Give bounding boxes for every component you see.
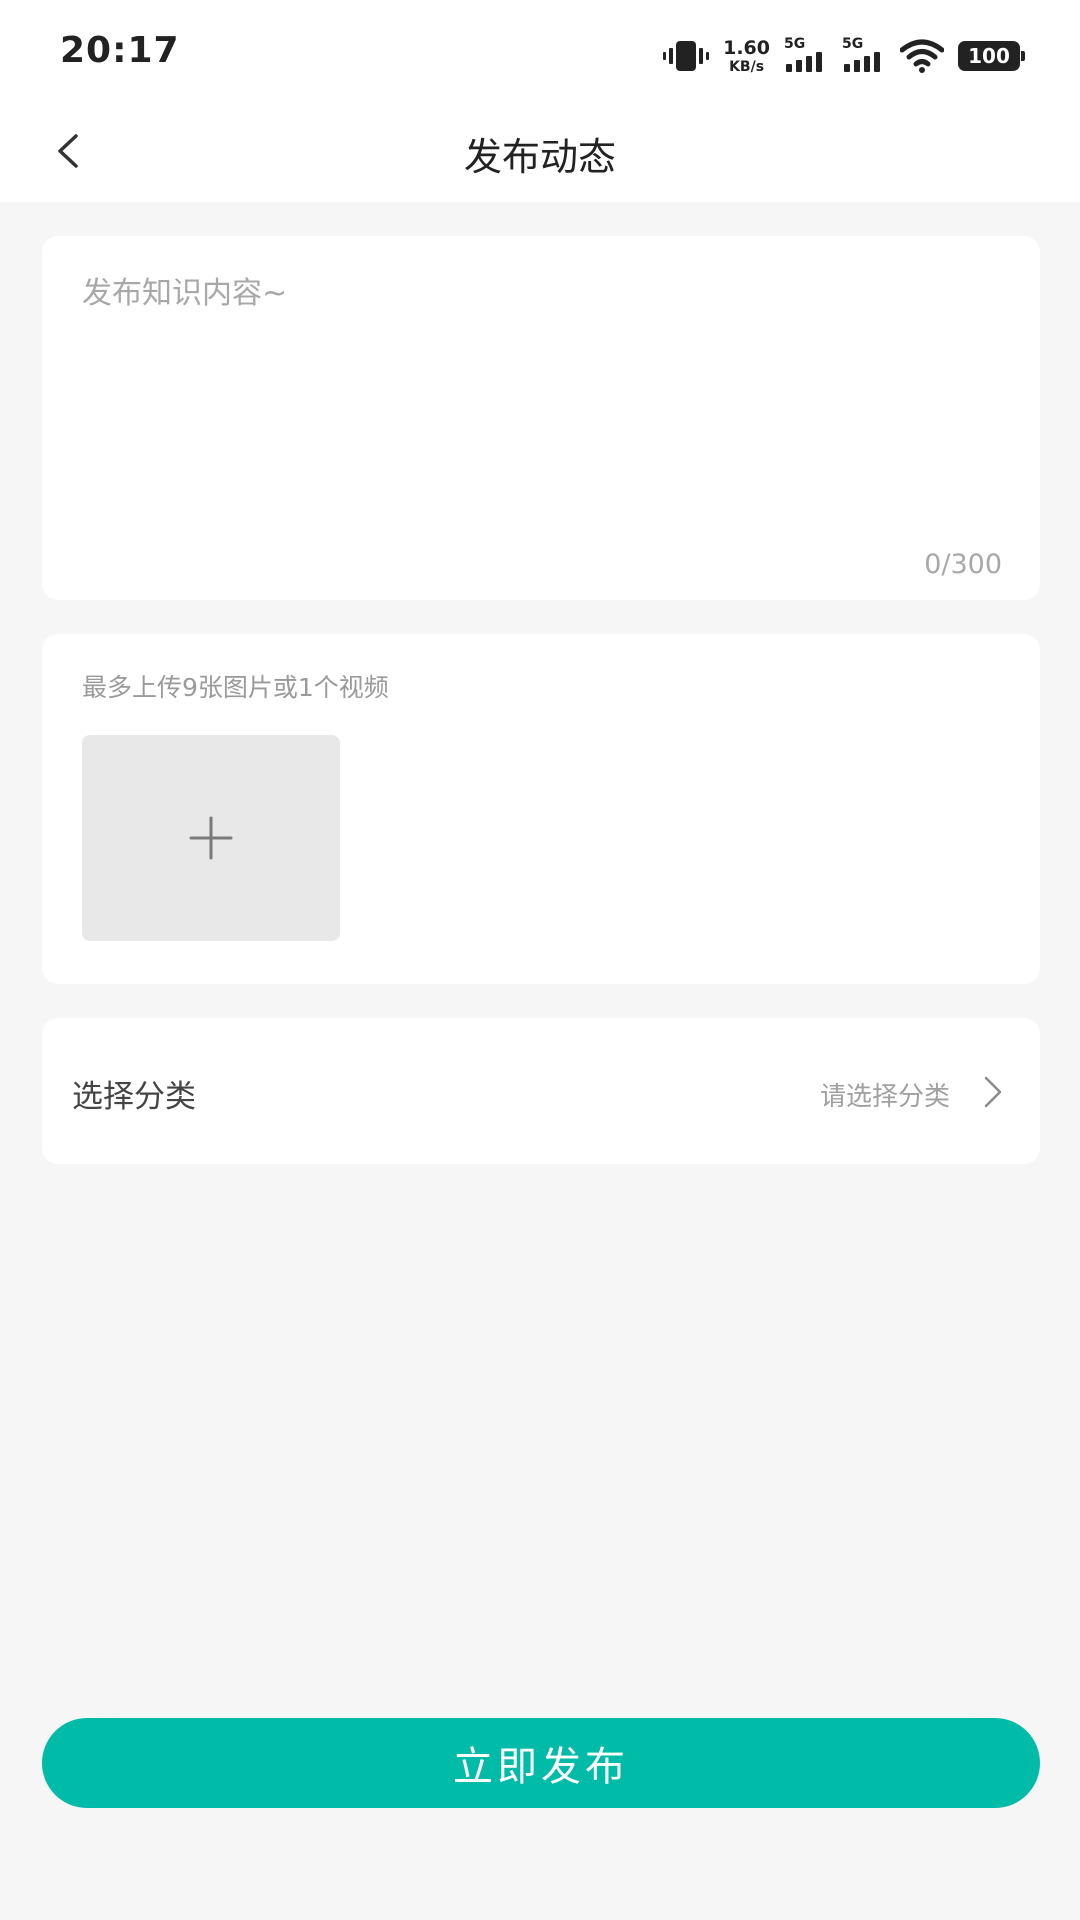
vibrate-icon (663, 41, 710, 71)
signal-icon: 5G (784, 36, 828, 76)
plus-icon (189, 816, 233, 860)
status-icons: 1.60 KB/s 5G 5G 100 (663, 30, 1025, 82)
battery-icon: 100 (958, 41, 1025, 71)
char-count: 0/300 (924, 549, 1002, 580)
add-media-button[interactable] (82, 735, 340, 941)
chevron-right-icon (984, 1076, 1002, 1108)
nav-bar: 发布动态 (0, 100, 1080, 202)
network-speed-unit: KB/s (729, 58, 765, 75)
category-selector[interactable]: 选择分类 请选择分类 (42, 1018, 1040, 1164)
network-speed: 1.60 KB/s (723, 36, 770, 75)
category-placeholder: 请选择分类 (819, 1082, 950, 1112)
media-upload-hint: 最多上传9张图片或1个视频 (82, 673, 389, 702)
status-time: 20:17 (60, 30, 180, 71)
signal-icon: 5G (842, 36, 886, 76)
signal-label: 5G (784, 36, 806, 52)
category-label: 选择分类 (72, 1079, 196, 1115)
page-title: 发布动态 (463, 135, 616, 179)
media-upload-card: 最多上传9张图片或1个视频 (42, 634, 1040, 984)
publish-button[interactable]: 立即发布 (42, 1718, 1040, 1808)
network-speed-value: 1.60 (723, 36, 770, 59)
content-input[interactable] (82, 268, 1002, 518)
battery-level: 100 (968, 44, 1010, 68)
signal-label: 5G (842, 36, 864, 52)
wifi-icon (900, 39, 944, 73)
status-bar: 20:17 1.60 KB/s 5G 5G 100 (0, 0, 1080, 100)
content-card: 0/300 (42, 236, 1040, 600)
